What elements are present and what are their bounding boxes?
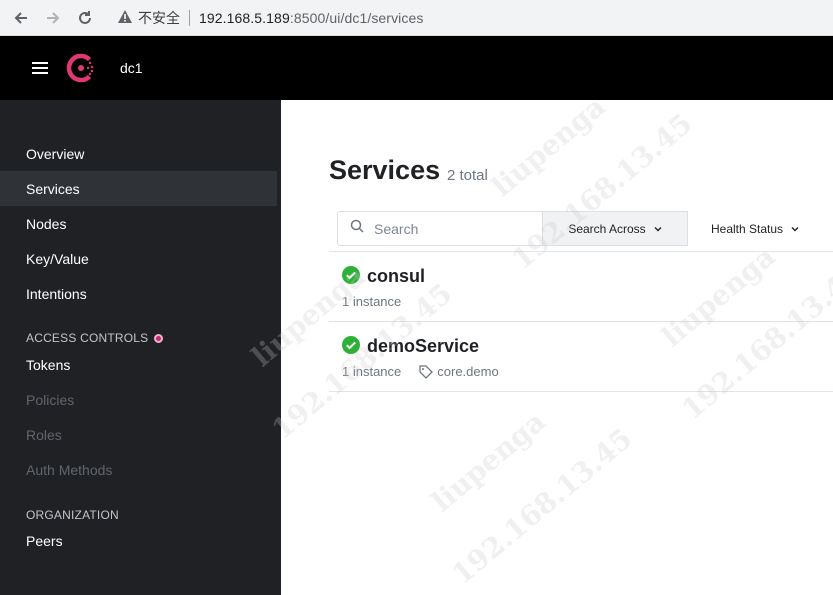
search-input[interactable] bbox=[374, 220, 524, 237]
search-icon bbox=[350, 219, 364, 238]
reload-icon[interactable] bbox=[74, 7, 96, 29]
service-meta: 1 instance bbox=[342, 294, 401, 309]
sidebar-item-roles: Roles bbox=[26, 426, 62, 443]
url-text[interactable]: 192.168.5.189:8500/ui/dc1/services bbox=[199, 10, 423, 26]
service-tag-label: core.demo bbox=[437, 364, 499, 379]
service-row[interactable]: demoService 1 instance core.demo bbox=[329, 322, 833, 392]
instance-count: 1 instance bbox=[342, 364, 402, 379]
search-across-dropdown[interactable]: Search Across bbox=[542, 211, 688, 246]
passing-check-icon bbox=[342, 336, 360, 354]
menu-icon[interactable] bbox=[32, 62, 48, 74]
service-name[interactable]: demoService bbox=[367, 336, 479, 357]
health-status-dropdown[interactable]: Health Status bbox=[711, 211, 799, 246]
status-dot-icon bbox=[154, 333, 164, 343]
sidebar-item-intentions[interactable]: Intentions bbox=[0, 276, 277, 311]
service-row[interactable]: consul 1 instance bbox=[329, 252, 833, 322]
url-host: 192.168.5.189 bbox=[199, 9, 290, 26]
organization-heading: ORGANIZATION bbox=[26, 508, 119, 522]
services-total: 2 total bbox=[447, 167, 488, 184]
main-content: Services 2 total Search Across Health St… bbox=[281, 100, 833, 595]
chevron-down-icon bbox=[654, 226, 662, 231]
back-icon[interactable] bbox=[10, 7, 32, 29]
app-header: dc1 bbox=[0, 36, 833, 100]
address-bar[interactable]: 不安全 192.168.5.189:8500/ui/dc1/services bbox=[118, 4, 423, 32]
browser-toolbar: 不安全 192.168.5.189:8500/ui/dc1/services bbox=[0, 0, 833, 36]
service-meta: 1 instance core.demo bbox=[342, 364, 499, 379]
sidebar-item-nodes[interactable]: Nodes bbox=[0, 206, 277, 241]
sidebar-item-tokens[interactable]: Tokens bbox=[0, 347, 277, 382]
forward-icon[interactable] bbox=[42, 7, 64, 29]
security-label[interactable]: 不安全 bbox=[138, 8, 180, 28]
warning-icon[interactable] bbox=[118, 9, 132, 26]
health-status-label: Health Status bbox=[711, 221, 784, 236]
filter-bar: Search Across Health Status bbox=[329, 211, 833, 247]
search-box[interactable] bbox=[337, 211, 543, 246]
service-tag: core.demo bbox=[419, 364, 499, 379]
sidebar-item-overview[interactable]: Overview bbox=[0, 136, 277, 171]
passing-check-icon bbox=[342, 266, 360, 284]
service-name[interactable]: consul bbox=[367, 266, 425, 287]
sidebar: Overview Services Nodes Key/Value Intent… bbox=[0, 100, 281, 595]
chevron-down-icon bbox=[791, 226, 799, 231]
page-title: Services bbox=[329, 155, 441, 185]
access-controls-label: ACCESS CONTROLS bbox=[26, 331, 149, 345]
sidebar-item-policies: Policies bbox=[26, 391, 75, 408]
datacenter-selector[interactable]: dc1 bbox=[120, 60, 143, 76]
url-separator bbox=[189, 9, 190, 26]
sidebar-item-services[interactable]: Services bbox=[0, 171, 277, 206]
sidebar-item-auth-methods: Auth Methods bbox=[26, 461, 113, 478]
search-across-label: Search Across bbox=[568, 221, 646, 236]
access-controls-heading: ACCESS CONTROLS bbox=[26, 331, 164, 345]
instance-count: 1 instance bbox=[342, 294, 402, 309]
url-path: :8500/ui/dc1/services bbox=[289, 9, 424, 26]
sidebar-item-peers[interactable]: Peers bbox=[0, 523, 277, 558]
tag-icon bbox=[419, 364, 434, 379]
sidebar-item-key-value[interactable]: Key/Value bbox=[0, 241, 277, 276]
consul-logo[interactable] bbox=[66, 53, 96, 83]
